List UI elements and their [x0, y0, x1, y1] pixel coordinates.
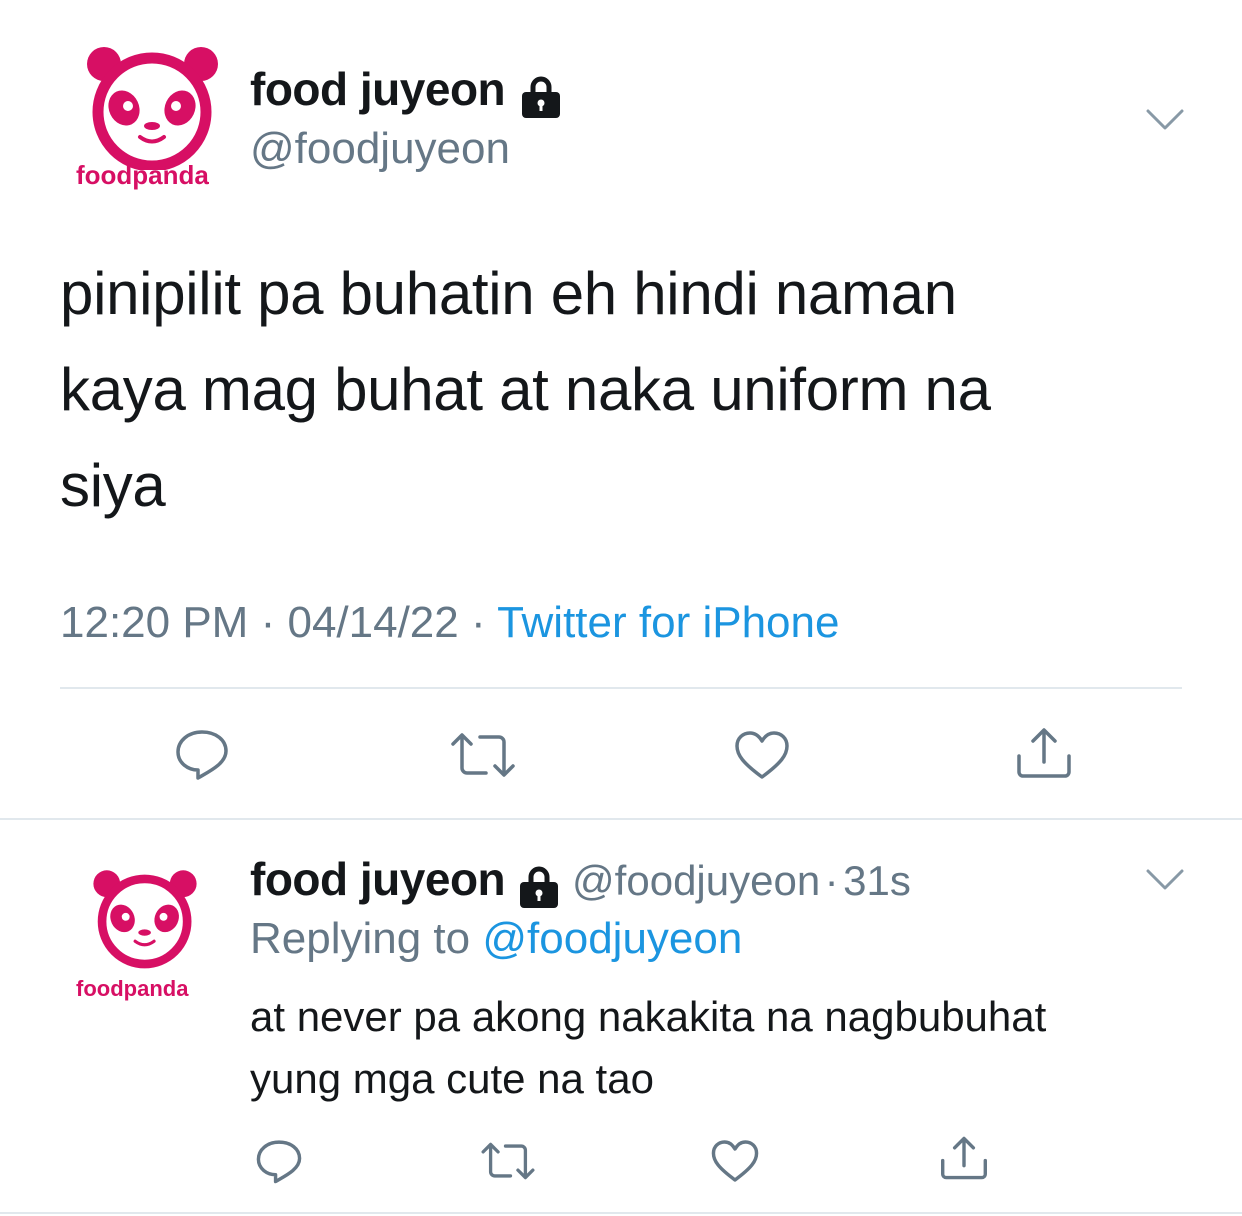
author-name-row: food juyeon — [250, 62, 564, 119]
replying-to: Replying to @foodjuyeon — [250, 914, 742, 964]
avatar-logo-text: foodpanda — [76, 976, 189, 1001]
meta-separator: · — [260, 598, 276, 647]
reply-text: at never pa akong nakakita na nagbubuhat… — [250, 986, 1046, 1110]
panda-logo-icon — [93, 870, 197, 969]
display-name[interactable]: food juyeon — [250, 853, 506, 905]
chevron-down-icon[interactable] — [1145, 108, 1185, 132]
bottom-divider — [0, 1212, 1242, 1214]
retweet-icon[interactable] — [479, 1140, 537, 1182]
reply-icon[interactable] — [174, 728, 230, 780]
lock-icon — [519, 866, 558, 908]
avatar[interactable]: foodpanda — [76, 862, 216, 1012]
chevron-down-icon[interactable] — [1145, 868, 1185, 892]
tweet-text-line: pinipilit pa buhatin eh hindi naman — [60, 260, 957, 327]
replying-to-label: Replying to — [250, 914, 471, 963]
share-icon[interactable] — [939, 1135, 989, 1181]
tweet-date[interactable]: 04/14/22 — [287, 598, 458, 647]
reply-header: food juyeon @foodjuyeon · 31s — [250, 852, 911, 909]
handle[interactable]: @foodjuyeon — [250, 124, 510, 174]
tweet-meta: 12:20 PM · 04/14/22 · Twitter for iPhone — [60, 598, 839, 648]
reply-icon[interactable] — [255, 1138, 303, 1184]
tweet-source-link[interactable]: Twitter for iPhone — [497, 598, 839, 647]
tweet-text-line: siya — [60, 452, 166, 519]
replying-to-handle-link[interactable]: @foodjuyeon — [482, 914, 742, 963]
retweet-icon[interactable] — [448, 730, 518, 780]
tweet-text-line: kaya mag buhat at naka uniform na — [60, 356, 991, 423]
share-icon[interactable] — [1015, 726, 1073, 780]
avatar-logo-text: foodpanda — [76, 160, 209, 190]
handle[interactable]: @foodjuyeon — [572, 857, 820, 904]
tweet-text: pinipilit pa buhatin eh hindi naman kaya… — [60, 246, 1180, 534]
meta-separator: · — [470, 598, 486, 647]
tweet-time[interactable]: 12:20 PM — [60, 598, 248, 647]
panda-logo-icon — [87, 47, 218, 170]
meta-separator: · — [824, 857, 839, 904]
display-name[interactable]: food juyeon — [250, 63, 506, 115]
like-icon[interactable] — [733, 729, 791, 781]
like-icon[interactable] — [710, 1138, 760, 1184]
avatar[interactable]: foodpanda — [70, 40, 235, 200]
tweet-separator — [0, 818, 1242, 820]
divider — [60, 687, 1182, 689]
reply-text-line: yung mga cute na tao — [250, 1055, 654, 1102]
reply-text-line: at never pa akong nakakita na nagbubuhat — [250, 993, 1047, 1040]
tweet-age[interactable]: 31s — [843, 857, 911, 904]
lock-icon — [521, 76, 560, 118]
